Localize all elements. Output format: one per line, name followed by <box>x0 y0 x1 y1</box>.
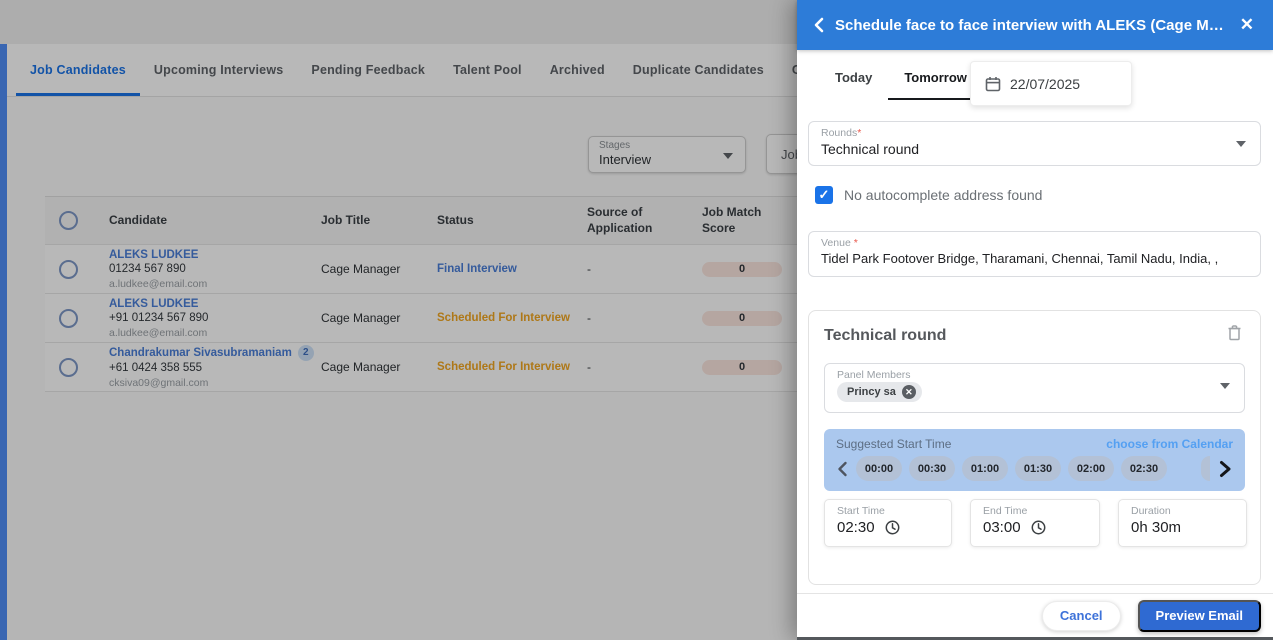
cancel-button[interactable]: Cancel <box>1042 601 1121 631</box>
rounds-dropdown[interactable]: Rounds* Technical round <box>808 121 1261 166</box>
start-time-field[interactable]: Start Time 02:30 <box>824 499 952 547</box>
end-time-label: End Time <box>983 505 1087 517</box>
duration-value: 0h 30m <box>1131 519 1181 536</box>
date-picker-field[interactable]: 22/07/2025 <box>970 61 1132 106</box>
chevron-left-icon[interactable] <box>836 461 849 477</box>
clock-icon <box>885 520 900 535</box>
rounds-value: Technical round <box>821 141 1248 157</box>
back-icon[interactable] <box>812 17 826 33</box>
chevron-down-icon <box>1236 141 1246 152</box>
checkbox-label: No autocomplete address found <box>844 187 1042 203</box>
modal-footer: Cancel Preview Email <box>797 593 1273 637</box>
time-slot-chip[interactable]: 02:30 <box>1121 456 1167 481</box>
calendar-icon <box>985 76 1001 92</box>
round-card-title: Technical round <box>824 327 946 345</box>
checkbox-checked-icon[interactable]: ✓ <box>815 186 833 204</box>
time-slot-chip[interactable]: 01:30 <box>1015 456 1061 481</box>
clock-icon <box>1031 520 1046 535</box>
venue-input-field[interactable]: Venue* Tidel Park Footover Bridge, Thara… <box>808 231 1261 277</box>
time-slot-chip[interactable]: 00:00 <box>856 456 902 481</box>
time-slot-chip-partial <box>1201 456 1210 481</box>
panel-members-dropdown[interactable]: Panel Members Princy sa ✕ <box>824 363 1245 413</box>
panel-members-label: Panel Members <box>837 369 1232 381</box>
rounds-label: Rounds <box>821 127 857 139</box>
schedule-interview-modal: Schedule face to face interview with ALE… <box>797 0 1273 640</box>
preview-email-button[interactable]: Preview Email <box>1138 600 1261 632</box>
suggested-start-time-label: Suggested Start Time <box>836 437 951 451</box>
time-slot-chip[interactable]: 00:30 <box>909 456 955 481</box>
date-value: 22/07/2025 <box>1010 76 1080 92</box>
suggested-start-time-panel: Suggested Start Time choose from Calenda… <box>824 429 1245 491</box>
end-time-value: 03:00 <box>983 519 1021 536</box>
modal-title: Schedule face to face interview with ALE… <box>835 17 1236 34</box>
time-slot-chip[interactable]: 01:00 <box>962 456 1008 481</box>
close-icon[interactable]: ✕ <box>1236 13 1258 37</box>
remove-chip-icon[interactable]: ✕ <box>902 385 916 399</box>
delete-round-icon[interactable] <box>1227 324 1242 346</box>
time-slot-chip[interactable]: 02:00 <box>1068 456 1114 481</box>
duration-label: Duration <box>1131 505 1234 517</box>
tab-today[interactable]: Today <box>819 62 888 100</box>
required-asterisk: * <box>857 127 861 139</box>
choose-from-calendar-link[interactable]: choose from Calendar <box>1106 437 1233 451</box>
chevron-right-icon[interactable] <box>1217 460 1233 478</box>
no-autocomplete-checkbox-row[interactable]: ✓ No autocomplete address found <box>815 186 1042 204</box>
duration-field: Duration 0h 30m <box>1118 499 1247 547</box>
start-time-value: 02:30 <box>837 519 875 536</box>
venue-value: Tidel Park Footover Bridge, Tharamani, C… <box>821 251 1248 266</box>
required-asterisk: * <box>854 237 858 249</box>
venue-label: Venue <box>821 237 851 249</box>
start-time-label: Start Time <box>837 505 939 517</box>
chevron-down-icon <box>1220 383 1230 394</box>
tab-tomorrow[interactable]: Tomorrow <box>888 62 983 100</box>
chip-label: Princy sa <box>847 386 896 398</box>
end-time-field[interactable]: End Time 03:00 <box>970 499 1100 547</box>
modal-header: Schedule face to face interview with ALE… <box>797 0 1273 50</box>
technical-round-card: Technical round Panel Members Princy sa … <box>808 310 1261 585</box>
day-tabs: Today Tomorrow <box>819 62 983 100</box>
panel-member-chip[interactable]: Princy sa ✕ <box>837 382 922 402</box>
